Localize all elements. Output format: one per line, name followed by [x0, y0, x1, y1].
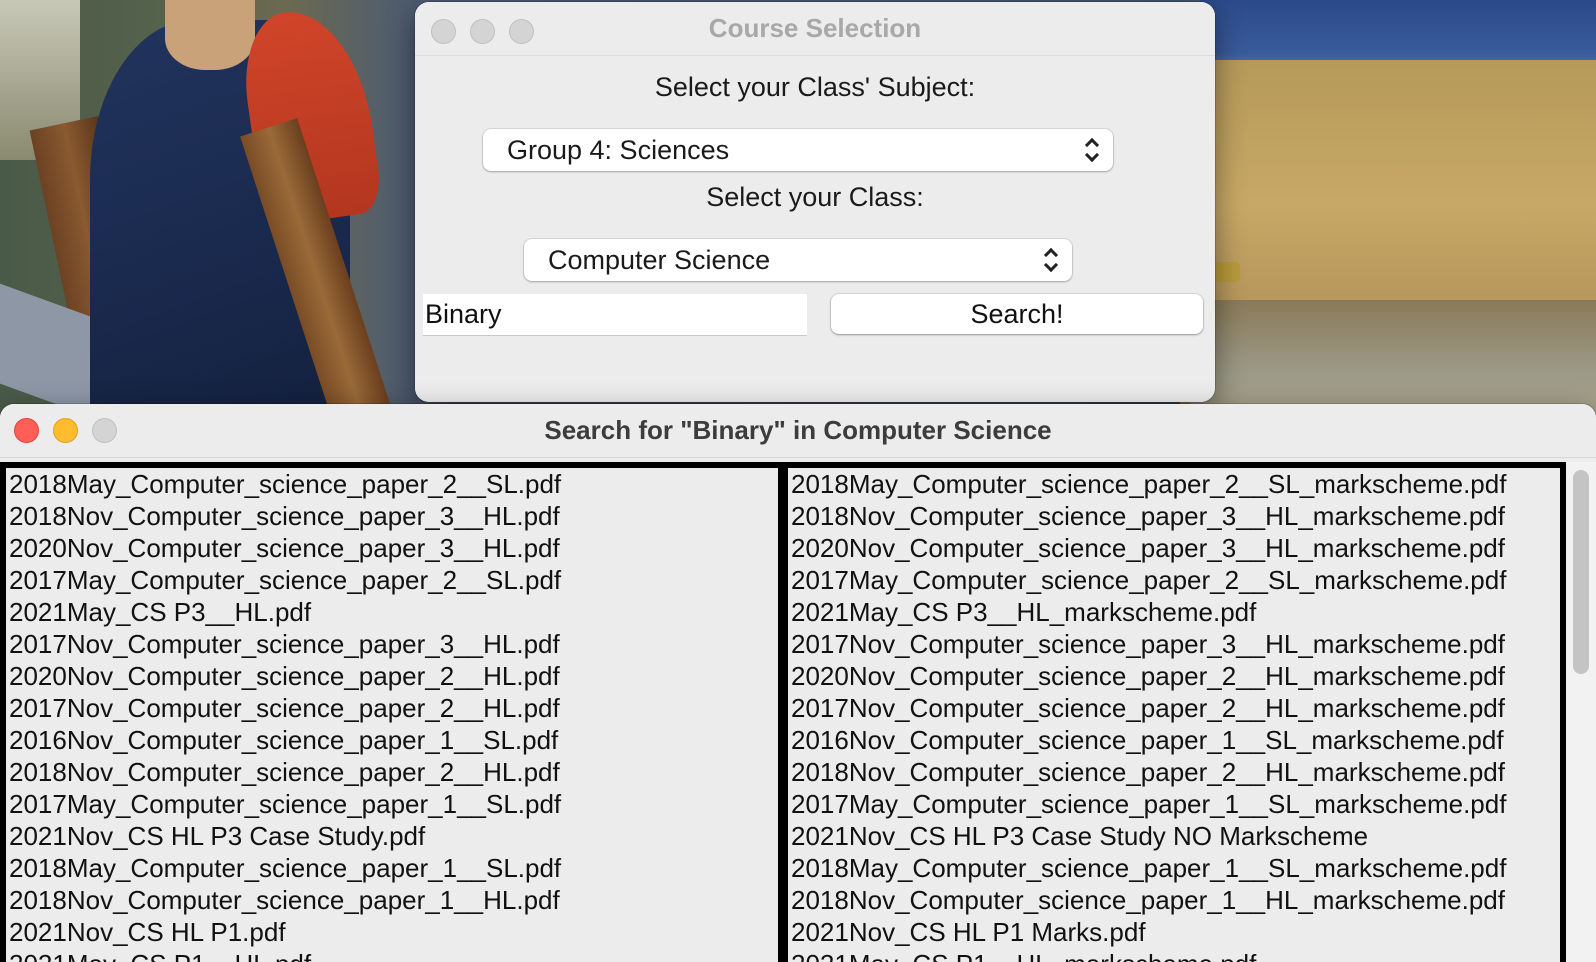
paper-list-item[interactable]: 2017Nov_Computer_science_paper_2__HL.pdf [6, 692, 778, 724]
class-select-value: Computer Science [548, 244, 771, 275]
markschemes-list[interactable]: 2018May_Computer_science_paper_2__SL_mar… [788, 468, 1560, 962]
minimize-button[interactable] [53, 418, 78, 443]
search-results-window: Search for "Binary" in Computer Science … [0, 404, 1596, 962]
paper-list-item[interactable]: 2021Nov_CS HL P3 Case Study.pdf [6, 820, 778, 852]
markscheme-list-item[interactable]: 2016Nov_Computer_science_paper_1__SL_mar… [788, 724, 1560, 756]
markscheme-list-item[interactable]: 2018Nov_Computer_science_paper_2__HL_mar… [788, 756, 1560, 788]
markscheme-list-item[interactable]: 2020Nov_Computer_science_paper_3__HL_mar… [788, 532, 1560, 564]
course-window-title: Course Selection [708, 13, 922, 43]
results-window-title: Search for "Binary" in Computer Science [544, 415, 1052, 445]
paper-list-item[interactable]: 2021May_CS P1__HL.pdf [6, 948, 778, 962]
paper-list-item[interactable]: 2018Nov_Computer_science_paper_3__HL.pdf [6, 500, 778, 532]
paper-list-item[interactable]: 2017May_Computer_science_paper_1__SL.pdf [6, 788, 778, 820]
markscheme-list-item[interactable]: 2018May_Computer_science_paper_1__SL_mar… [788, 852, 1560, 884]
minimize-button[interactable] [470, 19, 495, 44]
paper-list-item[interactable]: 2021May_CS P3__HL.pdf [6, 596, 778, 628]
course-window-footer [415, 344, 1215, 402]
markscheme-list-item[interactable]: 2021May_CS P1__HL_markscheme.pdf [788, 948, 1560, 962]
paper-list-item[interactable]: 2021Nov_CS HL P1.pdf [6, 916, 778, 948]
paper-list-item[interactable]: 2018May_Computer_science_paper_2__SL.pdf [6, 468, 778, 500]
results-scrollbar[interactable] [1566, 462, 1596, 962]
markscheme-list-item[interactable]: 2018Nov_Computer_science_paper_1__HL_mar… [788, 884, 1560, 916]
results-panels: 2018May_Computer_science_paper_2__SL.pdf… [0, 462, 1596, 962]
course-window-controls [431, 19, 534, 44]
chevron-updown-icon [1083, 136, 1101, 164]
wallpaper-field-stripe [1190, 300, 1596, 420]
results-window-titlebar[interactable]: Search for "Binary" in Computer Science [0, 404, 1596, 458]
search-input[interactable] [423, 294, 807, 336]
class-label: Select your Class: [706, 182, 924, 212]
paper-list-item[interactable]: 2017Nov_Computer_science_paper_3__HL.pdf [6, 628, 778, 660]
subject-select[interactable]: Group 4: Sciences [483, 129, 1113, 171]
paper-list-item[interactable]: 2018May_Computer_science_paper_1__SL.pdf [6, 852, 778, 884]
markscheme-list-item[interactable]: 2017Nov_Computer_science_paper_2__HL_mar… [788, 692, 1560, 724]
markscheme-list-item[interactable]: 2021May_CS P3__HL_markscheme.pdf [788, 596, 1560, 628]
chevron-updown-icon [1042, 246, 1060, 274]
markscheme-list-item[interactable]: 2020Nov_Computer_science_paper_2__HL_mar… [788, 660, 1560, 692]
zoom-button[interactable] [509, 19, 534, 44]
markscheme-list-item[interactable]: 2018May_Computer_science_paper_2__SL_mar… [788, 468, 1560, 500]
markscheme-list-item[interactable]: 2021Nov_CS HL P3 Case Study NO Markschem… [788, 820, 1560, 852]
course-window-titlebar[interactable]: Course Selection [415, 2, 1215, 56]
results-window-controls [14, 418, 117, 443]
paper-list-item[interactable]: 2016Nov_Computer_science_paper_1__SL.pdf [6, 724, 778, 756]
markscheme-list-item[interactable]: 2017May_Computer_science_paper_1__SL_mar… [788, 788, 1560, 820]
search-button[interactable]: Search! [831, 294, 1203, 334]
markscheme-list-item[interactable]: 2018Nov_Computer_science_paper_3__HL_mar… [788, 500, 1560, 532]
markscheme-list-item[interactable]: 2017May_Computer_science_paper_2__SL_mar… [788, 564, 1560, 596]
wallpaper-face [165, 0, 255, 70]
papers-list[interactable]: 2018May_Computer_science_paper_2__SL.pdf… [6, 468, 778, 962]
scrollbar-thumb[interactable] [1573, 470, 1589, 674]
class-select[interactable]: Computer Science [524, 239, 1072, 281]
paper-list-item[interactable]: 2018Nov_Computer_science_paper_2__HL.pdf [6, 756, 778, 788]
paper-list-item[interactable]: 2018Nov_Computer_science_paper_1__HL.pdf [6, 884, 778, 916]
subject-label: Select your Class' Subject: [654, 72, 976, 102]
zoom-button[interactable] [92, 418, 117, 443]
paper-list-item[interactable]: 2017May_Computer_science_paper_2__SL.pdf [6, 564, 778, 596]
paper-list-item[interactable]: 2020Nov_Computer_science_paper_2__HL.pdf [6, 660, 778, 692]
paper-list-item[interactable]: 2020Nov_Computer_science_paper_3__HL.pdf [6, 532, 778, 564]
markscheme-list-item[interactable]: 2017Nov_Computer_science_paper_3__HL_mar… [788, 628, 1560, 660]
close-button[interactable] [14, 418, 39, 443]
course-selection-window: Course Selection Select your Class' Subj… [415, 2, 1215, 402]
close-button[interactable] [431, 19, 456, 44]
markscheme-list-item[interactable]: 2021Nov_CS HL P1 Marks.pdf [788, 916, 1560, 948]
subject-select-value: Group 4: Sciences [507, 134, 730, 165]
